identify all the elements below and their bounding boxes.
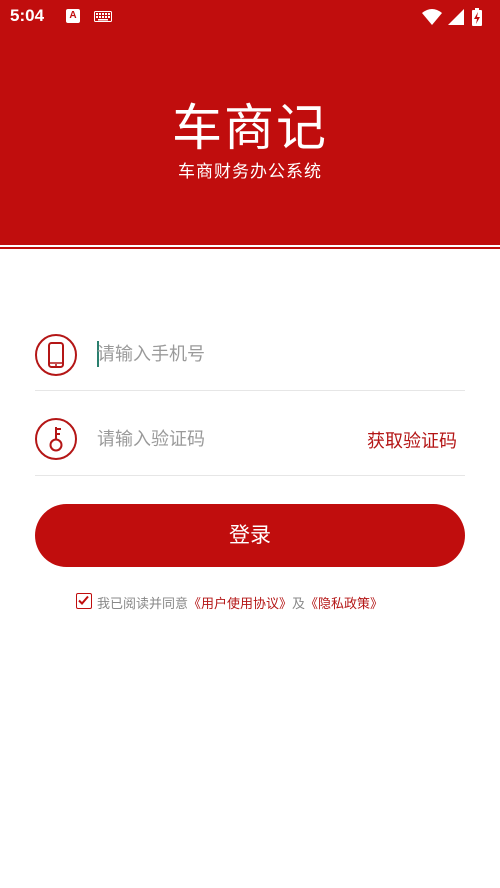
agree-checkbox[interactable] (76, 593, 92, 609)
app-subtitle: 车商财务办公系统 (178, 162, 322, 182)
header-banner: 5:04 A 车商记 车商财务办公系统 (0, 0, 500, 243)
wifi-icon (422, 9, 442, 25)
header-divider-stripes (0, 238, 500, 256)
phone-icon (35, 334, 77, 376)
code-row: 获取验证码 (35, 391, 465, 476)
login-button[interactable]: 登录 (35, 504, 465, 567)
signal-icon (448, 9, 464, 25)
verification-code-input[interactable] (97, 424, 347, 454)
user-agreement-link[interactable]: 《用户使用协议》 (188, 597, 292, 612)
get-code-button[interactable]: 获取验证码 (367, 427, 457, 453)
key-icon (35, 418, 77, 460)
phone-row (35, 306, 465, 391)
status-bar: 5:04 A (0, 0, 500, 34)
phone-input[interactable] (97, 339, 347, 369)
keyboard-icon (94, 11, 112, 22)
agreement-prefix: 我已阅读并同意 (97, 597, 189, 612)
app-logo-title: 车商记 (172, 99, 328, 157)
agreement-and: 及 (292, 597, 306, 612)
agreement-text: 我已阅读并同意《用户使用协议》及《隐私政策》 (97, 593, 383, 612)
battery-icon (472, 8, 482, 26)
status-time: 5:04 (10, 6, 45, 25)
a-letter-icon: A (66, 9, 80, 23)
status-right-icons (420, 7, 490, 27)
privacy-policy-link[interactable]: 《隐私政策》 (305, 597, 383, 612)
checkmark-icon (78, 595, 89, 605)
